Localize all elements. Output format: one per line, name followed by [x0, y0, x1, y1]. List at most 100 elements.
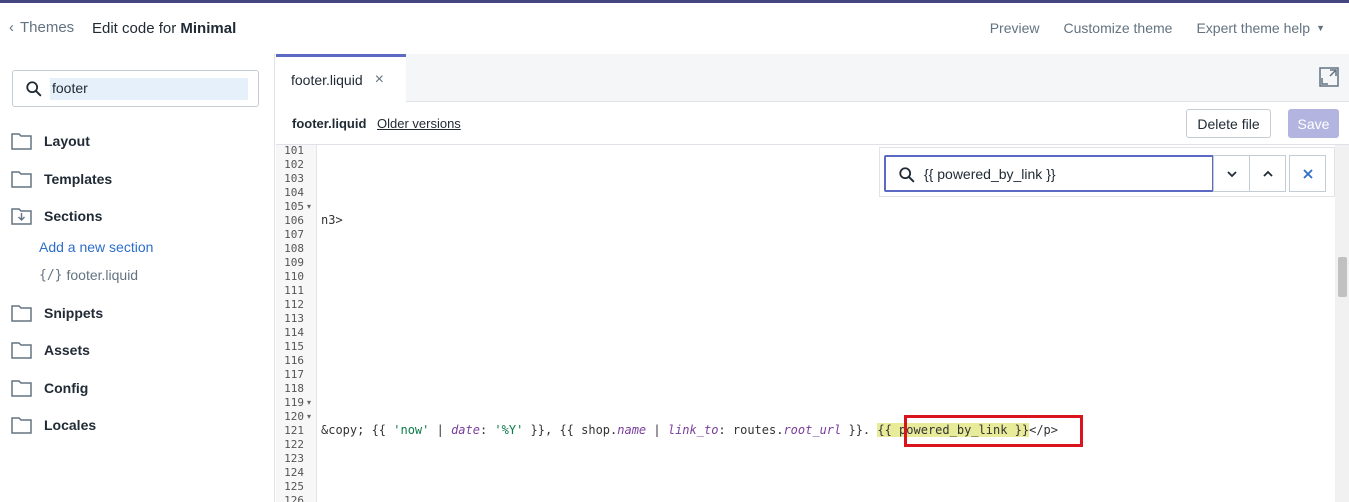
line-number: 106 — [284, 214, 304, 227]
expert-help-dropdown[interactable]: Expert theme help ▼ — [1196, 20, 1325, 36]
scrollbar-thumb[interactable] — [1338, 257, 1347, 297]
liquid-file-icon: {/} — [39, 267, 63, 283]
close-icon[interactable]: × — [375, 71, 384, 89]
find-input[interactable]: {{ powered_by_link }} — [884, 155, 1214, 192]
line-number: 109 — [284, 256, 304, 269]
line-number: 118 — [284, 382, 304, 395]
folder-label: Templates — [44, 171, 113, 187]
line-number: 122 — [284, 438, 304, 451]
find-next-button[interactable] — [1213, 155, 1250, 192]
fold-toggle-icon[interactable]: ▾ — [307, 412, 311, 421]
find-panel: {{ powered_by_link }} — [879, 147, 1335, 197]
code-token: }}, {{ shop. — [523, 423, 618, 437]
customize-theme-link[interactable]: Customize theme — [1064, 20, 1173, 36]
line-number: 116 — [284, 354, 304, 367]
title-prefix: Edit code for — [92, 20, 177, 37]
chevron-up-icon — [1262, 170, 1273, 177]
line-number: 103 — [284, 172, 304, 185]
folder-label: Snippets — [44, 305, 104, 321]
back-label: Themes — [20, 19, 75, 36]
line-number: 101 — [284, 145, 304, 157]
file-sidebar: footer Layout Templates Sections Add a n… — [0, 54, 275, 502]
tab-footer-liquid[interactable]: footer.liquid × — [276, 54, 406, 102]
line-number-gutter: 101 102 103 104 105 ▾ 106 107 108 109 110 111 112 113… — [276, 145, 317, 502]
save-button[interactable]: Save — [1288, 109, 1339, 138]
folder-icon — [11, 305, 32, 322]
top-bar: ‹ Themes Edit code for Minimal Preview C… — [0, 3, 1349, 54]
folder-icon — [11, 171, 32, 188]
line-number: 111 — [284, 284, 304, 297]
line-number: 107 — [284, 228, 304, 241]
folder-config[interactable]: Config — [11, 379, 88, 397]
line-number: 108 — [284, 242, 304, 255]
code-token: }}. — [841, 423, 878, 437]
preview-link[interactable]: Preview — [990, 20, 1040, 36]
folder-label: Sections — [44, 208, 103, 224]
code-token: date — [451, 423, 480, 437]
folder-assets[interactable]: Assets — [11, 341, 90, 359]
expand-icon[interactable] — [1319, 67, 1339, 87]
code-editor[interactable]: 101 102 103 104 105 ▾ 106 107 108 109 110 111 112 113… — [276, 145, 1349, 502]
caret-down-icon: ▼ — [1316, 23, 1325, 33]
code-token: | — [646, 423, 668, 437]
file-search-input[interactable]: footer — [12, 70, 259, 107]
line-number: 105 — [284, 200, 304, 213]
line-number: 112 — [284, 298, 304, 311]
line-number: 117 — [284, 368, 304, 381]
delete-file-button[interactable]: Delete file — [1186, 109, 1271, 138]
line-number: 114 — [284, 326, 304, 339]
file-search-value: footer — [50, 78, 248, 100]
file-footer-liquid[interactable]: {/} footer.liquid — [39, 267, 138, 283]
code-token: : — [479, 423, 495, 437]
find-query: {{ powered_by_link }} — [924, 166, 1056, 182]
current-file-name: footer.liquid — [292, 116, 367, 131]
folder-icon — [11, 380, 32, 397]
line-number: 124 — [284, 466, 304, 479]
chevron-left-icon: ‹ — [9, 19, 14, 36]
folder-sections[interactable]: Sections — [11, 207, 102, 225]
line-number: 110 — [284, 270, 304, 283]
folder-icon — [11, 417, 32, 434]
add-new-section-link[interactable]: Add a new section — [39, 239, 153, 255]
fold-toggle-icon[interactable]: ▾ — [307, 202, 311, 211]
tab-label: footer.liquid — [291, 71, 363, 88]
older-versions-link[interactable]: Older versions — [377, 116, 461, 131]
find-previous-button[interactable] — [1249, 155, 1286, 192]
file-label: footer.liquid — [66, 267, 139, 283]
code-token: | — [429, 423, 452, 437]
folder-label: Config — [44, 380, 89, 396]
annotation-red-box — [904, 415, 1083, 447]
page-title: Edit code for Minimal — [92, 20, 236, 37]
fold-toggle-icon[interactable]: ▾ — [307, 398, 311, 407]
back-to-themes-link[interactable]: ‹ Themes — [9, 19, 74, 36]
theme-name: Minimal — [180, 20, 237, 37]
folder-locales[interactable]: Locales — [11, 416, 96, 434]
find-close-button[interactable] — [1289, 155, 1326, 192]
line-number: 126 — [284, 494, 304, 502]
folder-layout[interactable]: Layout — [11, 132, 90, 150]
line-number: 120 — [284, 410, 304, 423]
folder-icon — [11, 133, 32, 150]
expert-help-label: Expert theme help — [1196, 20, 1311, 36]
folder-label: Assets — [44, 342, 90, 358]
file-toolbar: footer.liquid Older versions Delete file… — [276, 102, 1349, 145]
folder-open-icon — [11, 208, 32, 225]
chevron-down-icon — [1226, 170, 1237, 177]
line-number: 102 — [284, 158, 304, 171]
line-number: 113 — [284, 312, 304, 325]
close-icon — [1302, 168, 1313, 179]
code-token: : routes. — [718, 423, 784, 437]
code-token: &copy; {{ — [321, 423, 394, 437]
code-token: '%Y' — [494, 423, 524, 437]
line-number: 104 — [284, 186, 304, 199]
line-number: 115 — [284, 340, 304, 353]
folder-label: Locales — [44, 417, 97, 433]
folder-templates[interactable]: Templates — [11, 170, 112, 188]
line-number: 125 — [284, 480, 304, 493]
code-line-106: n3> — [321, 213, 343, 227]
folder-icon — [11, 342, 32, 359]
code-token: name — [617, 423, 647, 437]
code-token: 'now' — [393, 423, 430, 437]
folder-snippets[interactable]: Snippets — [11, 304, 103, 322]
editor-scrollbar[interactable] — [1335, 145, 1349, 502]
